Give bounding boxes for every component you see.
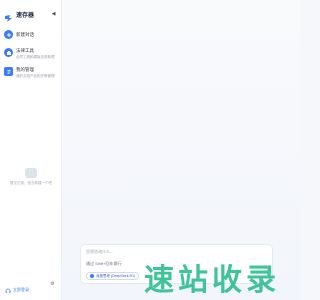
sidebar-item-label: 新建对话: [16, 32, 34, 37]
sidebar-item-description: 合同工具和模板法务助理: [16, 55, 55, 59]
logo-icon: [4, 10, 13, 22]
sidebar-item-legal-tools[interactable]: 法律工具 合同工具和模板法务助理: [4, 48, 55, 60]
sidebar-item-label: 我的管理: [16, 67, 34, 72]
settings-button[interactable]: ⚙: [49, 281, 56, 288]
headset-icon: [5, 281, 11, 299]
composer-hint: 通过 Shift+回车换行: [86, 261, 122, 266]
message-input[interactable]: [86, 249, 236, 254]
plus-icon: [4, 30, 13, 39]
model-icon: [90, 274, 94, 278]
sidebar-item-new-chat[interactable]: 新建对话: [4, 30, 34, 39]
sidebar-item-my-management[interactable]: 我的管理 我的文档产品相关等管理: [4, 67, 55, 79]
watermark: 速站收录: [144, 263, 280, 297]
settings-icon: ⚙: [50, 281, 55, 287]
login-button[interactable]: 立即登录: [5, 281, 29, 299]
watermark-text: 速站收录: [144, 263, 280, 297]
sidebar-item-label: 法律工具: [16, 48, 34, 53]
document-icon: [4, 67, 13, 76]
login-label: 立即登录: [13, 287, 29, 292]
collapse-sidebar-button[interactable]: ◀: [50, 11, 57, 18]
sidebar: 速存器 ◀ 新建对话 法律工具 合同工具和模板法务助理 我的管理 我的文档产品相…: [0, 0, 62, 300]
app-name: 速存器: [16, 13, 35, 19]
empty-history-text: 暂无记录，快去新建一个吧: [10, 181, 52, 185]
chevron-left-icon: ◀: [51, 11, 56, 17]
briefcase-icon: [4, 48, 13, 57]
chat-bubble-icon: [25, 167, 37, 178]
sidebar-item-description: 我的文档产品相关等管理: [16, 74, 55, 78]
brand[interactable]: 速存器: [4, 10, 35, 22]
empty-history: 暂无记录，快去新建一个吧: [0, 167, 62, 186]
